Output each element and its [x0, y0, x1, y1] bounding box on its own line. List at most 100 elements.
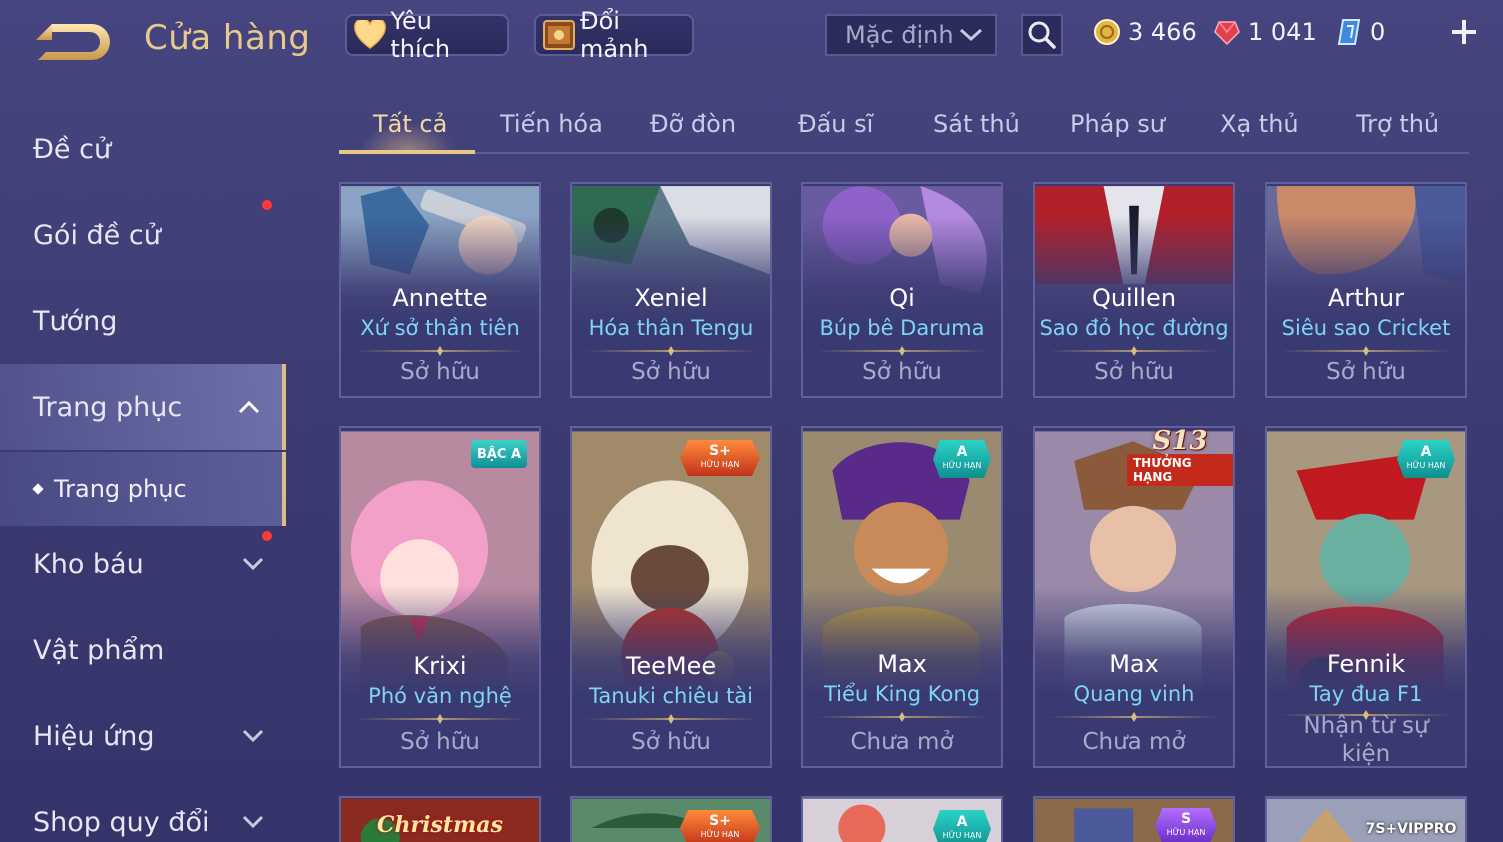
- notification-dot: [262, 200, 272, 210]
- season-badge-label: S13: [1152, 426, 1208, 456]
- tier-badge-sub: HỮU HẠN: [1406, 461, 1446, 470]
- season-badge: S13 THƯỞNG HẠNG: [1127, 428, 1233, 486]
- skin-name: Phó văn nghệ: [368, 684, 512, 708]
- hero-name: Max: [877, 650, 927, 678]
- tab-mage[interactable]: Pháp sư: [1070, 110, 1165, 138]
- skin-card[interactable]: Qi Búp bê Daruma Sở hữu: [801, 182, 1003, 398]
- sidebar-item-effects[interactable]: Hiệu ứng: [0, 693, 286, 779]
- tab-marksman[interactable]: Xạ thủ: [1220, 110, 1299, 138]
- back-button[interactable]: [32, 18, 114, 64]
- chevron-down-icon: [242, 815, 264, 829]
- sidebar-item-label: Kho báu: [33, 548, 144, 580]
- sidebar-item-label: Gói đề cử: [33, 219, 161, 251]
- bullet-icon: [32, 483, 44, 495]
- page-title: Cửa hàng: [144, 18, 311, 58]
- divider: [1049, 350, 1219, 352]
- tab-assassin[interactable]: Sát thủ: [933, 110, 1020, 138]
- skin-card[interactable]: Xeniel Hóa thân Tengu Sở hữu: [570, 182, 772, 398]
- hero-name: Max: [1109, 650, 1159, 678]
- skin-card[interactable]: S HỮU HẠN: [1033, 796, 1235, 842]
- sidebar-item-treasure[interactable]: Kho báu: [0, 521, 286, 607]
- sidebar-item-skins[interactable]: Trang phục: [0, 364, 286, 450]
- notification-dot: [262, 531, 272, 541]
- hero-name: Xeniel: [634, 284, 708, 312]
- tier-badge-sub: HỮU HẠN: [1166, 828, 1206, 837]
- exchange-shard-label: Đổi mảnh: [580, 7, 649, 63]
- skin-card[interactable]: Christmas: [339, 796, 541, 842]
- skin-name: Xứ sở thần tiên: [360, 316, 520, 340]
- divider: [817, 350, 987, 352]
- sidebar-item-featured[interactable]: Đề cử: [0, 106, 286, 192]
- search-button[interactable]: [1021, 14, 1063, 56]
- skin-name: Tanuki chiêu tài: [588, 684, 754, 708]
- favorites-label: Yêu thích: [390, 7, 451, 63]
- chevron-up-icon: [238, 400, 260, 414]
- sidebar-item-exchange-shop[interactable]: Shop quy đổi: [0, 779, 286, 842]
- sidebar-subitem-skins[interactable]: Trang phục: [0, 452, 286, 526]
- sidebar-item-label: Đề cử: [33, 133, 112, 165]
- sidebar-item-items[interactable]: Vật phẩm: [0, 607, 286, 693]
- sidebar-item-label: Shop quy đổi: [33, 806, 210, 838]
- skin-card[interactable]: BẬC A Krixi Phó văn nghệ Sở hữu: [339, 426, 541, 768]
- chevron-down-icon: [242, 729, 264, 743]
- active-tab-underline: [339, 150, 475, 154]
- skin-card[interactable]: Quillen Sao đỏ học đường Sở hữu: [1033, 182, 1235, 398]
- sidebar-item-label: Tướng: [33, 305, 118, 337]
- sidebar-item-featured-bundles[interactable]: Gói đề cử: [0, 192, 286, 278]
- chevron-down-icon: [959, 28, 983, 42]
- tier-badge: A HỮU HẠN: [1397, 440, 1455, 478]
- skin-card[interactable]: S+ HỮU HẠN TeeMee Tanuki chiêu tài Sở hữ…: [570, 426, 772, 768]
- exchange-shard-button[interactable]: Đổi mảnh: [534, 7, 694, 63]
- skin-name: Tiểu King Kong: [823, 682, 981, 706]
- hero-name: TeeMee: [625, 652, 717, 680]
- skin-card[interactable]: S+ HỮU HẠN: [570, 796, 772, 842]
- divider: [355, 350, 525, 352]
- ownership-status: Sở hữu: [400, 359, 480, 385]
- top-bar: Cửa hàng Yêu thích Đổi mảnh Mặc định 3 4…: [0, 0, 1503, 80]
- skin-card[interactable]: Annette Xứ sở thần tiên Sở hữu: [339, 182, 541, 398]
- tab-all[interactable]: Tất cả: [373, 110, 447, 138]
- skin-name: Búp bê Daruma: [819, 316, 985, 340]
- vip-watermark: 7S+VIPPRO: [1365, 821, 1457, 837]
- skin-card[interactable]: A HỮU HẠN: [801, 796, 1003, 842]
- tab-tank[interactable]: Đỡ đòn: [650, 110, 736, 138]
- skin-card[interactable]: A HỮU HẠN Fennik Tay đua F1 Nhận từ sự k…: [1265, 426, 1467, 768]
- tier-badge-sub: HỮU HẠN: [700, 830, 740, 839]
- ownership-status: Sở hữu: [1326, 359, 1406, 385]
- sort-dropdown[interactable]: Mặc định: [825, 14, 997, 56]
- chevron-down-icon: [242, 557, 264, 571]
- tab-fighter[interactable]: Đấu sĩ: [798, 110, 873, 138]
- hero-name: Qi: [889, 284, 915, 312]
- tab-support[interactable]: Trợ thủ: [1356, 110, 1439, 138]
- favorites-button[interactable]: Yêu thích: [345, 7, 509, 63]
- add-currency-button[interactable]: [1446, 14, 1482, 50]
- ownership-status: Chưa mở: [1082, 729, 1186, 755]
- divider: [355, 718, 525, 720]
- ownership-status: Chưa mở: [850, 729, 954, 755]
- sidebar-subitem-label: Trang phục: [54, 475, 187, 503]
- sidebar-item-heroes[interactable]: Tướng: [0, 278, 286, 364]
- tier-badge: S+ HỮU HẠN: [680, 440, 760, 476]
- tab-evolution[interactable]: Tiến hóa: [500, 110, 603, 138]
- ownership-status: Sở hữu: [631, 359, 711, 385]
- ruby-gem-icon: [1212, 17, 1242, 47]
- divider: [1049, 716, 1219, 718]
- sidebar-item-label: Vật phẩm: [33, 634, 165, 666]
- sidebar: Đề cử Gói đề cử Tướng Trang phục Trang p…: [0, 100, 286, 842]
- tier-badge-label: A: [956, 444, 968, 460]
- voucher-icon: [1334, 17, 1364, 47]
- tier-badge: S+ HỮU HẠN: [680, 810, 760, 842]
- skin-card[interactable]: 7S+VIPPRO: [1265, 796, 1467, 842]
- gold-coin-icon: [1092, 17, 1122, 47]
- skin-card[interactable]: A HỮU HẠN Max Tiểu King Kong Chưa mở: [801, 426, 1003, 768]
- season-badge-sub: THƯỞNG HẠNG: [1127, 454, 1233, 486]
- tier-badge: S HỮU HẠN: [1155, 808, 1217, 842]
- gold-currency: 3 466: [1092, 16, 1197, 48]
- skin-card[interactable]: Arthur Siêu sao Cricket Sở hữu: [1265, 182, 1467, 398]
- tier-badge-sub: HỮU HẠN: [700, 460, 740, 469]
- tier-badge: A HỮU HẠN: [933, 440, 991, 478]
- voucher-amount: 0: [1370, 18, 1386, 46]
- skin-card[interactable]: S13 THƯỞNG HẠNG Max Quang vinh Chưa mở: [1033, 426, 1235, 768]
- hero-name: Arthur: [1328, 284, 1404, 312]
- hero-name: Fennik: [1326, 650, 1406, 678]
